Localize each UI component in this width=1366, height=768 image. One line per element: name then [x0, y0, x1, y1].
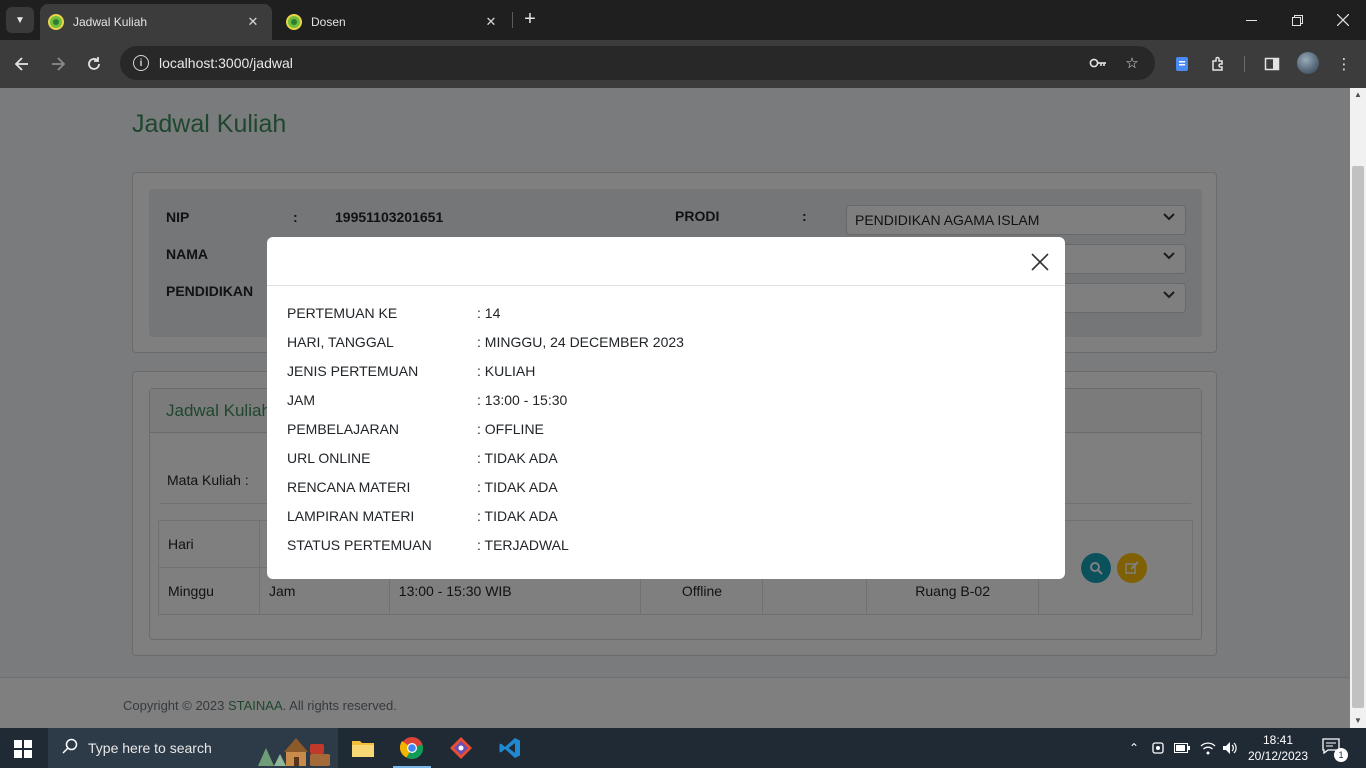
meet-now-icon[interactable]	[1150, 740, 1166, 756]
modal-value: : OFFLINE	[477, 421, 544, 437]
favicon-icon	[48, 14, 64, 30]
key-icon[interactable]	[1088, 53, 1108, 73]
toolbar-separator	[1244, 56, 1245, 72]
windows-start-icon[interactable]	[14, 740, 32, 758]
modal-key: HARI, TANGGAL	[287, 334, 394, 350]
taskbar-clock[interactable]: 18:41 20/12/2023	[1244, 732, 1312, 764]
vscode-icon[interactable]	[487, 728, 533, 768]
tab-search-chevron-down-icon[interactable]: ▼	[6, 7, 34, 33]
profile-avatar[interactable]	[1297, 52, 1319, 74]
modal-value: : KULIAH	[477, 363, 536, 379]
reload-icon[interactable]	[80, 50, 108, 78]
address-bar[interactable]: i localhost:3000/jadwal ☆	[120, 46, 1155, 80]
scroll-up-arrow-icon[interactable]: ▲	[1350, 88, 1366, 102]
page-scrollbar[interactable]: ▲ ▼	[1350, 88, 1366, 728]
tab-title: Jadwal Kuliah	[73, 15, 148, 29]
side-panel-icon[interactable]	[1260, 52, 1284, 76]
modal-value: : TIDAK ADA	[477, 508, 558, 524]
minimize-icon[interactable]	[1228, 0, 1274, 40]
tab-jadwal-kuliah[interactable]: Jadwal Kuliah ✕	[40, 4, 272, 40]
search-placeholder: Type here to search	[88, 740, 212, 756]
git-gui-icon[interactable]	[438, 728, 484, 768]
tray-chevron-up-icon[interactable]: ⌃	[1126, 740, 1142, 756]
menu-icon[interactable]: ⋮	[1332, 52, 1356, 76]
favicon-icon	[286, 14, 302, 30]
window-close-icon[interactable]	[1320, 0, 1366, 40]
modal-value: : MINGGU, 24 DECEMBER 2023	[477, 334, 684, 350]
search-icon	[62, 738, 78, 758]
page-viewport: Jadwal Kuliah NIP : 19951103201651 NAMA …	[0, 88, 1350, 728]
modal-key: PEMBELAJARAN	[287, 421, 400, 437]
clock-date: 20/12/2023	[1247, 749, 1309, 763]
modal-value: : TERJADWAL	[477, 537, 569, 553]
modal-value: : 13:00 - 15:30	[477, 392, 568, 408]
modal-key: JENIS PERTEMUAN	[287, 363, 419, 379]
tab-title: Dosen	[311, 15, 346, 29]
clock-time: 18:41	[1262, 733, 1294, 747]
search-highlight-illustration-icon	[258, 738, 330, 766]
tab-close-icon[interactable]: ✕	[482, 13, 500, 31]
puzzle-icon[interactable]	[1206, 52, 1230, 76]
modal-key: JAM	[287, 392, 315, 408]
modal-key: RENCANA MATERI	[287, 479, 411, 495]
close-icon[interactable]	[1027, 249, 1053, 275]
modal-key: URL ONLINE	[287, 450, 371, 466]
windows-taskbar: Type here to search ⌃ 18:41 20/12/2023 1	[0, 728, 1366, 768]
volume-icon[interactable]	[1222, 740, 1238, 756]
tab-separator	[512, 12, 513, 28]
modal-key: LAMPIRAN MATERI	[287, 508, 415, 524]
scroll-thumb[interactable]	[1352, 166, 1364, 708]
site-info-icon[interactable]: i	[133, 55, 149, 71]
url-text: localhost:3000/jadwal	[159, 55, 293, 71]
notification-badge: 1	[1334, 748, 1348, 762]
modal-value: : TIDAK ADA	[477, 479, 558, 495]
file-explorer-icon[interactable]	[340, 728, 386, 768]
modal-key: STATUS PERTEMUAN	[287, 537, 432, 553]
meeting-detail-modal: PERTEMUAN KE : 14 HARI, TANGGAL : MINGGU…	[267, 237, 1065, 579]
star-icon[interactable]: ☆	[1122, 53, 1142, 73]
browser-toolbar: i localhost:3000/jadwal ☆ ⋮	[0, 40, 1366, 88]
modal-value: : TIDAK ADA	[477, 450, 558, 466]
google-docs-extension-icon[interactable]	[1170, 52, 1194, 76]
wifi-icon[interactable]	[1200, 740, 1216, 756]
modal-value: : 14	[477, 305, 501, 321]
modal-key: PERTEMUAN KE	[287, 305, 398, 321]
browser-tab-strip: ▼ Jadwal Kuliah ✕ Dosen ✕ +	[0, 0, 1366, 40]
back-arrow-icon[interactable]	[8, 50, 36, 78]
tab-close-icon[interactable]: ✕	[244, 13, 262, 31]
new-tab-button[interactable]: +	[518, 8, 542, 32]
battery-icon[interactable]	[1174, 740, 1190, 756]
chrome-taskbar-icon[interactable]	[389, 728, 435, 768]
taskbar-search-box[interactable]: Type here to search	[48, 728, 338, 768]
scroll-down-arrow-icon[interactable]: ▼	[1350, 714, 1366, 728]
forward-arrow-icon[interactable]	[44, 50, 72, 78]
modal-header	[267, 237, 1065, 286]
restore-icon[interactable]	[1274, 0, 1320, 40]
tab-dosen[interactable]: Dosen ✕	[278, 4, 510, 40]
